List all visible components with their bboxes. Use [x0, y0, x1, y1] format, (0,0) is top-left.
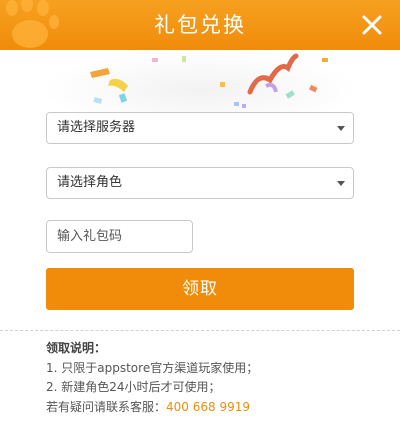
redeem-notes: 领取说明： 1. 只限于appstore官方渠道玩家使用； 2. 新建角色24小…	[46, 339, 258, 417]
server-select[interactable]: 请选择服务器	[46, 112, 354, 144]
chevron-down-icon	[337, 126, 345, 131]
notes-title: 领取说明：	[46, 341, 107, 355]
gift-code-input[interactable]	[46, 220, 193, 253]
contact-label: 若有疑问请联系客服：	[46, 399, 167, 414]
confetti-decoration	[70, 52, 330, 114]
role-select-value: 请选择角色	[57, 175, 123, 190]
close-button[interactable]	[358, 11, 386, 39]
dialog-header: 礼包兑换	[0, 0, 400, 50]
claim-button[interactable]: 领取	[46, 268, 354, 310]
role-select[interactable]: 请选择角色	[46, 167, 354, 199]
contact-line: 若有疑问请联系客服：400 668 9919	[46, 398, 258, 418]
dashed-divider	[0, 330, 400, 331]
close-icon	[362, 15, 382, 35]
notes-item: 1. 只限于appstore官方渠道玩家使用；	[46, 360, 259, 375]
server-select-value: 请选择服务器	[57, 120, 136, 135]
chevron-down-icon	[337, 181, 345, 186]
notes-item: 2. 新建角色24小时后才可使用；	[46, 380, 221, 394]
dialog-title: 礼包兑换	[154, 13, 246, 37]
gift-redeem-dialog: 礼包兑换 请选择服务器 请选择角色 输入礼包码 领取 领取说明： 1. 只限于a…	[0, 0, 400, 437]
contact-phone[interactable]: 400 668 9919	[166, 400, 250, 414]
